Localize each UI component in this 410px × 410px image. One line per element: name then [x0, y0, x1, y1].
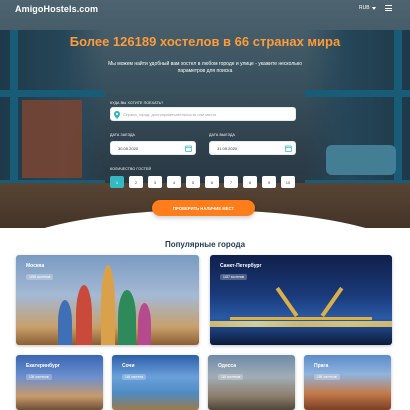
guest-option[interactable]: 9 — [262, 176, 276, 188]
checkout-value: 31.05.2020 — [217, 146, 238, 151]
destination-placeholder: Страна, город, достопримечательность или… — [123, 112, 217, 117]
cathedral-dome — [58, 300, 72, 345]
guest-option[interactable]: 8 — [243, 176, 257, 188]
guest-option[interactable]: 2 — [129, 176, 143, 188]
destination-label: Куда вы хотите поехать? — [110, 101, 164, 105]
city-card-odessa[interactable]: Одесса 118 хостелов — [208, 355, 295, 410]
bridge-span — [320, 286, 344, 318]
currency-label: RUB — [359, 5, 370, 11]
guest-option[interactable]: 1 — [110, 176, 124, 188]
page: AmigoHostels.com RUB Более 126189 хостел… — [0, 0, 410, 410]
city-card-ekaterinburg[interactable]: Екатеринбург 136 хостелов — [16, 355, 103, 410]
city-card-saint-petersburg[interactable]: Санкт-Петербург 1187 хостелов — [210, 255, 392, 345]
hostel-count: 118 хостелов — [218, 374, 244, 380]
hostel-count: 195 хостелов — [314, 374, 340, 380]
cathedral-dome — [76, 285, 92, 345]
guest-option[interactable]: 3 — [148, 176, 162, 188]
city-lights — [210, 321, 392, 327]
city-name: Сочи — [122, 363, 135, 369]
city-name: Екатеринбург — [26, 363, 60, 369]
checkin-value: 30.05.2020 — [118, 146, 139, 151]
guest-option[interactable]: 4 — [167, 176, 181, 188]
currency-selector[interactable]: RUB — [359, 5, 376, 11]
guests-selector: 1 2 3 4 5 6 7 8 9 10 — [110, 176, 300, 188]
logo[interactable]: AmigoHostels.com — [15, 4, 98, 14]
checkout-date-input[interactable]: 31.05.2020 — [209, 141, 296, 155]
hero-subtitle: Мы можем найти удобный вам хостел в любо… — [108, 61, 302, 74]
bridge-deck — [230, 317, 372, 320]
search-form: Куда вы хотите поехать? Страна, город, д… — [110, 97, 300, 192]
hostel-count: 1187 хостелов — [220, 274, 248, 280]
guest-option[interactable]: 5 — [186, 176, 200, 188]
city-name: Москва — [26, 263, 45, 269]
checkin-label: Дата заезда — [110, 133, 136, 137]
city-name: Санкт-Петербург — [220, 263, 262, 269]
checkout-label: Дата выезда — [209, 133, 236, 137]
hostel-count: 1496 хостелов — [26, 274, 54, 280]
calendar-icon — [185, 145, 192, 152]
guest-option[interactable]: 7 — [224, 176, 238, 188]
city-card-moscow[interactable]: Москва 1496 хостелов — [16, 255, 199, 345]
checkin-date-input[interactable]: 30.05.2020 — [110, 141, 196, 155]
city-name: Прага — [314, 363, 329, 369]
hostel-count: 144 хостела — [122, 374, 146, 380]
cathedral-dome — [118, 290, 136, 345]
city-card-prague[interactable]: Прага 195 хостелов — [304, 355, 391, 410]
top-bar: AmigoHostels.com RUB — [0, 0, 410, 18]
guest-option[interactable]: 6 — [205, 176, 219, 188]
location-pin-icon — [114, 111, 120, 119]
city-name: Одесса — [218, 363, 237, 369]
hostel-count: 136 хостелов — [26, 374, 52, 380]
guests-label: Количество гостей — [110, 167, 152, 171]
destination-input[interactable]: Страна, город, достопримечательность или… — [110, 107, 296, 121]
guest-option[interactable]: 10 — [281, 176, 295, 188]
check-availability-button[interactable]: Проверить наличие мест — [152, 200, 255, 216]
popular-cities-title: Популярные города — [164, 240, 246, 249]
cathedral-dome — [101, 265, 115, 345]
chevron-down-icon — [371, 6, 376, 10]
hero-headline: Более 126189 хостелов в 66 странах мира — [69, 34, 341, 49]
menu-icon[interactable] — [385, 5, 392, 11]
cathedral-dome — [138, 303, 151, 345]
city-card-sochi[interactable]: Сочи 144 хостела — [112, 355, 199, 410]
bridge-span — [275, 286, 299, 318]
calendar-icon — [285, 145, 292, 152]
